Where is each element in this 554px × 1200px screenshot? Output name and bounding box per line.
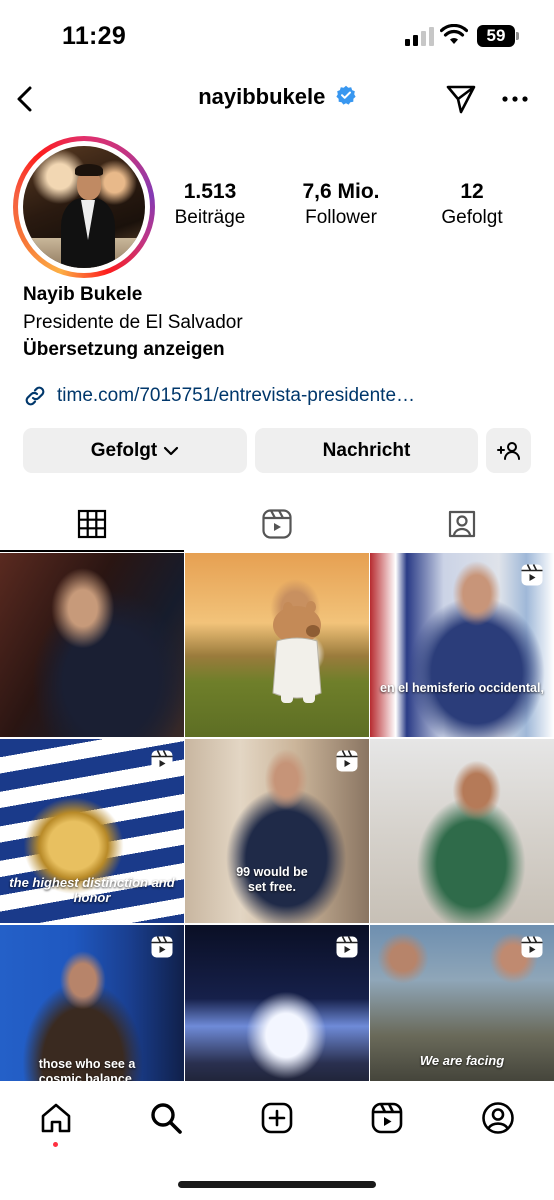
grid-post[interactable]: [370, 739, 554, 923]
bio-link-url: time.com/7015751/entrevista-presidente…: [57, 385, 416, 406]
status-time: 11:29: [62, 22, 127, 50]
reels-icon: [262, 509, 292, 539]
reel-icon: [520, 563, 544, 592]
reel-icon: [335, 749, 359, 778]
profile-avatar-story-ring[interactable]: [13, 136, 155, 278]
grid-post[interactable]: the highest distinction and honor: [0, 739, 184, 923]
nav-search[interactable]: [146, 1098, 186, 1138]
profile-bio: Nayib Bukele Presidente de El Salvador Ü…: [23, 284, 533, 361]
battery-indicator: 59: [477, 25, 519, 47]
post-caption: We are facing: [419, 1053, 505, 1068]
posts-count[interactable]: 1.513 Beiträge: [168, 180, 252, 229]
chevron-down-icon: [164, 446, 179, 455]
grid-post[interactable]: those who see a cosmic balance.: [0, 925, 184, 1081]
grid-post[interactable]: 99 would be set free.: [185, 739, 369, 923]
followers-count[interactable]: 7,6 Mio. Follower: [290, 180, 392, 229]
reel-icon: [520, 935, 544, 964]
post-caption: those who see a cosmic balance.: [38, 1057, 136, 1081]
paper-plane-icon: [446, 85, 476, 114]
add-person-icon: [496, 441, 520, 460]
following-count-value: 12: [460, 180, 484, 203]
nav-create[interactable]: [257, 1098, 297, 1138]
grid-post[interactable]: en el hemisferio occidental,: [370, 553, 554, 737]
tab-tagged[interactable]: [370, 496, 554, 552]
nav-home[interactable]: [36, 1098, 76, 1138]
grid-post[interactable]: [185, 553, 369, 737]
add-post-icon: [261, 1102, 293, 1134]
more-options-button[interactable]: [500, 84, 530, 114]
tagged-person-icon: [448, 510, 476, 538]
notification-dot: [53, 1142, 58, 1147]
profile-username: nayibbukele: [198, 84, 326, 109]
post-caption: en el hemisferio occidental,: [380, 681, 544, 695]
tab-posts-grid[interactable]: [0, 496, 184, 552]
message-button[interactable]: Nachricht: [255, 428, 478, 473]
post-caption: the highest distinction and honor: [9, 875, 175, 905]
grid-post[interactable]: [185, 925, 369, 1081]
posts-count-value: 1.513: [183, 180, 237, 203]
bio-text: Presidente de El Salvador: [23, 312, 243, 333]
show-translation-link[interactable]: Übersetzung anzeigen: [23, 339, 533, 361]
grid-post[interactable]: We are facing: [370, 925, 554, 1081]
reels-icon: [371, 1102, 403, 1134]
home-indicator[interactable]: [178, 1181, 376, 1188]
status-bar: 11:29 59: [0, 0, 554, 72]
reel-icon: [150, 749, 174, 778]
following-button[interactable]: Gefolgt: [23, 428, 247, 473]
reel-icon: [150, 935, 174, 964]
home-icon: [41, 1103, 71, 1133]
grid-icon: [77, 509, 107, 539]
profile-header: nayibbukele: [0, 72, 554, 126]
following-count[interactable]: 12 Gefolgt: [430, 180, 514, 229]
link-icon: [25, 386, 45, 406]
profile-icon: [482, 1102, 514, 1134]
suggested-users-button[interactable]: [486, 428, 531, 473]
profile-tabs: [0, 496, 554, 552]
wifi-icon: [439, 23, 469, 51]
followers-count-label: Follower: [305, 207, 377, 228]
post-caption: 99 would be set free.: [236, 865, 308, 894]
search-icon: [151, 1103, 182, 1134]
direct-message-button[interactable]: [444, 82, 478, 121]
capybara-illustration: [272, 601, 322, 703]
message-button-label: Nachricht: [322, 439, 411, 461]
more-horizontal-icon: [502, 96, 528, 102]
following-button-label: Gefolgt: [90, 439, 158, 461]
bio-link[interactable]: time.com/7015751/entrevista-presidente…: [23, 384, 415, 408]
grid-post[interactable]: [0, 553, 184, 737]
cellular-signal-icon: [405, 26, 434, 46]
nav-reels[interactable]: [367, 1098, 407, 1138]
verified-badge-icon: [336, 85, 356, 110]
reel-icon: [335, 935, 359, 964]
tab-reels[interactable]: [185, 496, 369, 552]
posts-grid: en el hemisferio occidental, the highest…: [0, 553, 554, 1081]
profile-display-name: Nayib Bukele: [23, 284, 143, 305]
posts-count-label: Beiträge: [174, 207, 246, 228]
following-count-label: Gefolgt: [441, 207, 503, 228]
avatar: [23, 146, 145, 268]
followers-count-value: 7,6 Mio.: [302, 180, 380, 203]
nav-profile[interactable]: [478, 1098, 518, 1138]
